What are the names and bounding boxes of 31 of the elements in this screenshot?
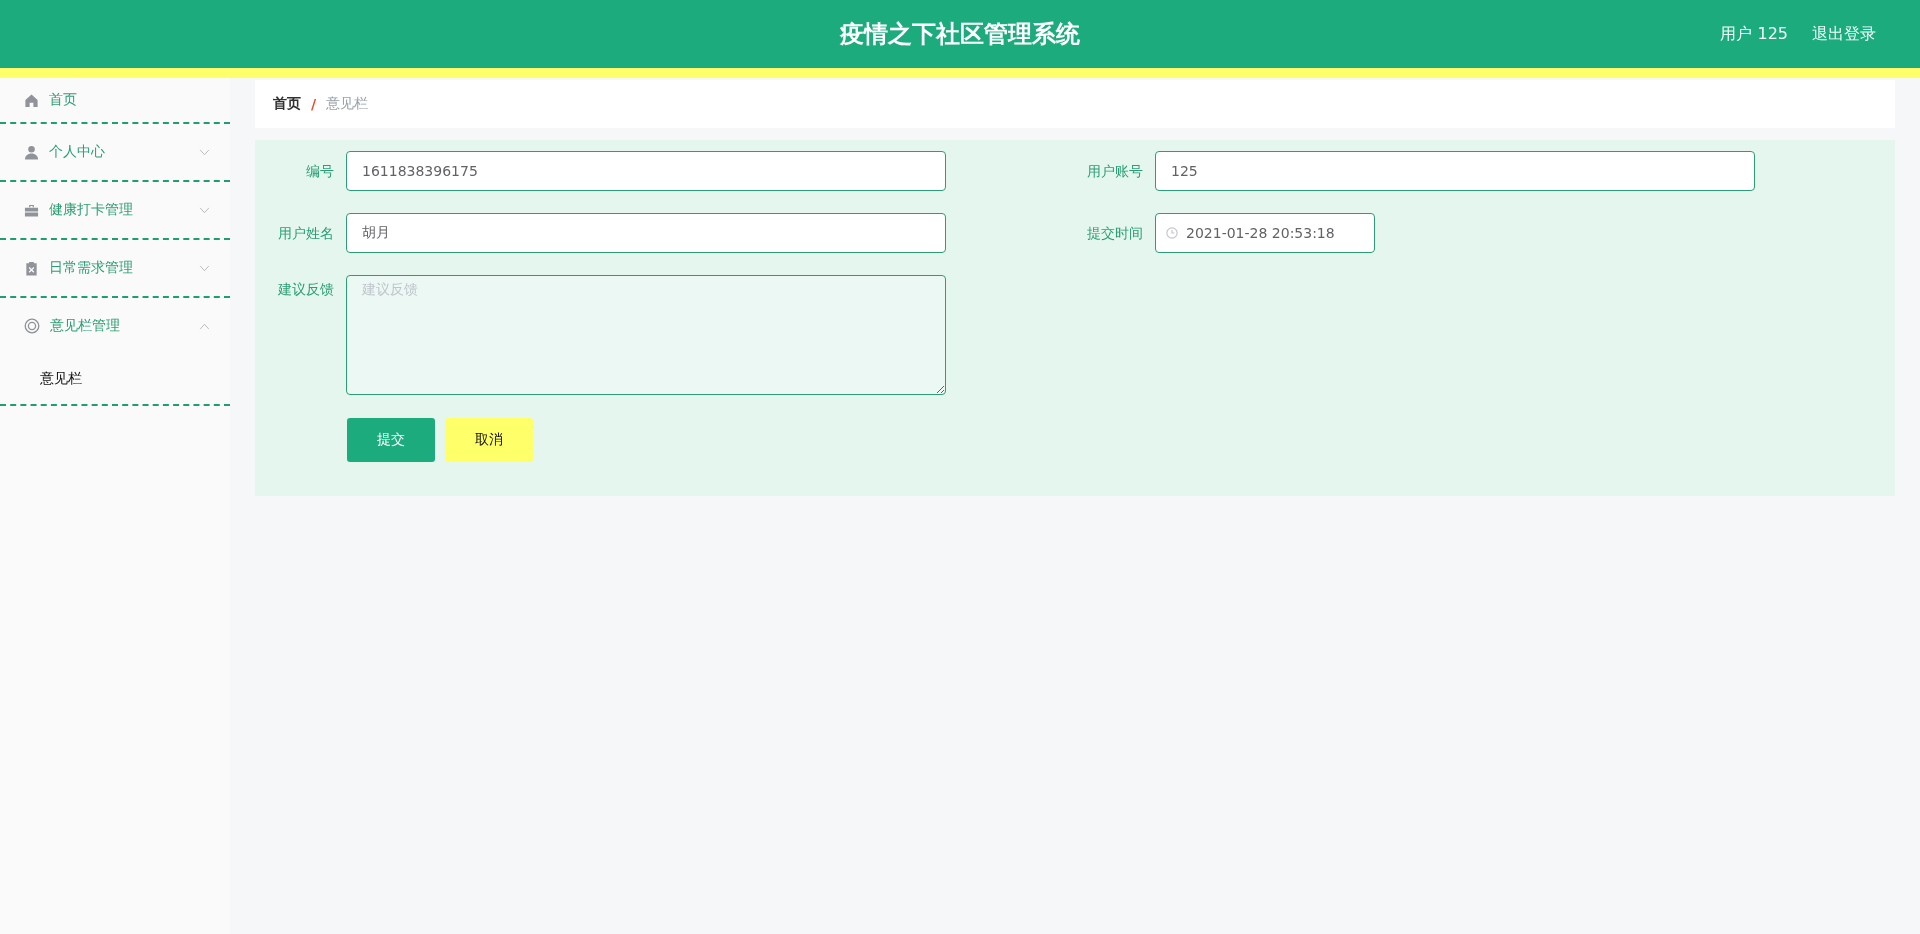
chevron-down-icon — [199, 264, 210, 272]
breadcrumb-separator: / — [311, 96, 317, 112]
menu-item[interactable]: 首页 — [0, 78, 230, 122]
menu-item[interactable]: 健康打卡管理 — [0, 182, 230, 238]
user-label: 用户 125 — [1720, 23, 1788, 45]
home-icon — [24, 92, 39, 108]
chevron-down-icon — [199, 148, 210, 156]
field-label: 编号 — [305, 162, 335, 181]
cancel-button[interactable]: 取消 — [445, 418, 533, 462]
chevron-down-icon — [199, 206, 210, 214]
app-title: 疫情之下社区管理系统 — [840, 19, 1080, 50]
clipboard-icon — [24, 260, 39, 276]
menu-item[interactable]: 意见栏管理 — [0, 298, 230, 354]
text-field[interactable]: 1611838396175 — [346, 151, 946, 191]
field-label: 提交时间 — [1086, 224, 1144, 243]
breadcrumb-item[interactable]: 首页 — [273, 95, 301, 113]
breadcrumb-item: 意见栏 — [326, 95, 369, 113]
user-icon — [24, 144, 39, 160]
text-field[interactable]: 125 — [1155, 151, 1755, 191]
menu-item[interactable]: 日常需求管理 — [0, 240, 230, 296]
menu-item[interactable]: 个人中心 — [0, 124, 230, 180]
text-field[interactable]: 胡月 — [346, 213, 946, 253]
field-label: 用户姓名 — [277, 224, 335, 243]
field-label: 用户账号 — [1086, 162, 1144, 181]
clock-icon — [1166, 227, 1178, 239]
date-time-field[interactable]: 2021-01-28 20:53:18 — [1155, 213, 1375, 253]
lifebuoy-icon — [24, 318, 40, 334]
chevron-up-icon — [199, 322, 210, 330]
briefcase-icon — [24, 202, 39, 218]
field-label: 建议反馈 — [277, 280, 335, 299]
submenu-item[interactable]: 意见栏 — [0, 354, 230, 404]
